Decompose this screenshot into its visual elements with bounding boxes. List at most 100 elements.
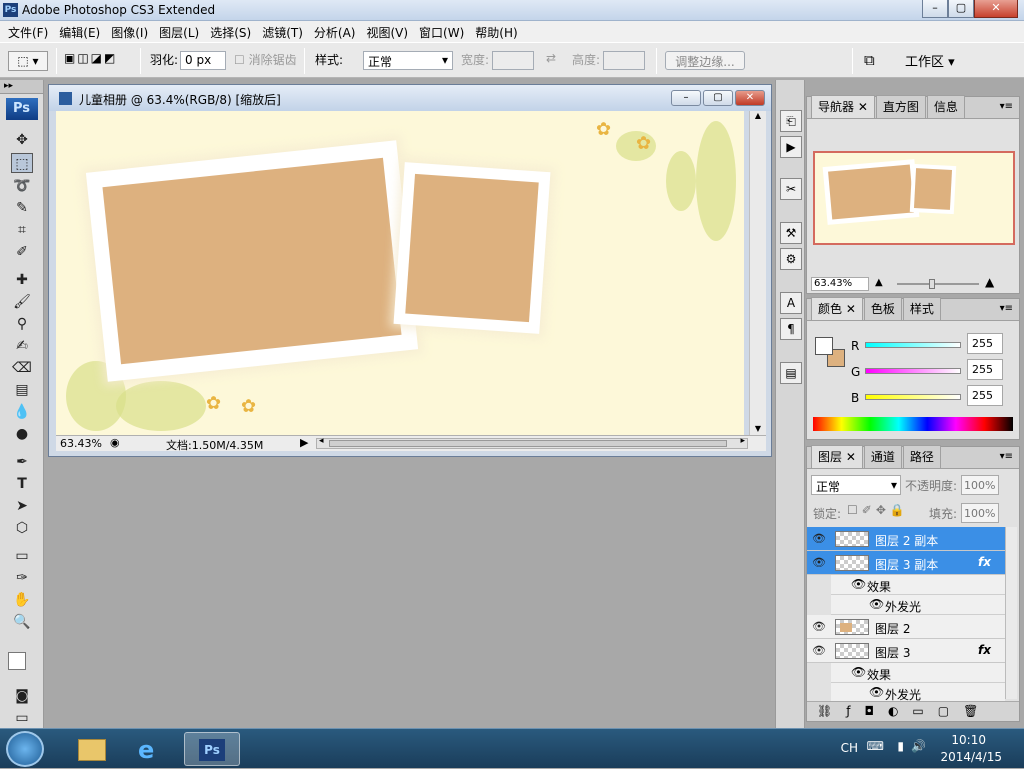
healing-brush-tool-icon[interactable]: ✚ (11, 270, 33, 290)
actions-panel-icon[interactable]: ▶ (780, 136, 802, 158)
menu-filter[interactable]: 滤镜(T) (258, 21, 307, 42)
magic-wand-tool-icon[interactable]: ✎ (11, 198, 33, 218)
fill-input[interactable]: 100% (961, 503, 999, 523)
slice-tool-icon[interactable]: ✐ (11, 242, 33, 262)
layer-row[interactable]: 👁 图层 2 (807, 615, 1005, 639)
clone-source-icon[interactable]: ⚙ (780, 248, 802, 270)
layer-effects-icon[interactable]: fx (978, 643, 991, 657)
paragraph-panel-icon[interactable]: ¶ (780, 318, 802, 340)
photoshop-taskbar-icon[interactable]: Ps (184, 732, 240, 766)
image-canvas[interactable]: ✿ ✿ ✿ ✿ (56, 111, 744, 435)
history-panel-icon[interactable]: ⎗ (780, 110, 802, 132)
minimize-button[interactable]: – (922, 0, 948, 18)
menu-window[interactable]: 窗口(W) (415, 21, 468, 42)
foreground-color-swatch[interactable] (8, 652, 26, 670)
antialias-checkbox[interactable]: ☐ 消除锯齿 (234, 51, 297, 68)
panel-menu-icon[interactable]: ▾≡ (1000, 451, 1013, 462)
shape-tool-icon[interactable]: ⬡ (11, 518, 33, 538)
language-indicator[interactable]: CH (841, 741, 858, 755)
notes-tool-icon[interactable]: ▭ (11, 546, 33, 566)
toolbox-grip[interactable]: ▸▸ (0, 80, 43, 94)
effects-eye-icon[interactable]: 👁 (851, 665, 866, 679)
layer-row[interactable]: 👁 图层 3 副本 fx (807, 551, 1005, 575)
tab-layers[interactable]: 图层 ✕ (811, 445, 863, 468)
character-panel-icon[interactable]: A (780, 292, 802, 314)
clock-time[interactable]: 10:10 (951, 733, 986, 747)
quick-mask-icon[interactable]: ◙ (11, 686, 33, 706)
navigator-preview[interactable] (813, 151, 1015, 245)
visibility-eye-icon[interactable]: 👁 (809, 553, 829, 573)
feather-input[interactable]: 0 px (180, 51, 226, 70)
explorer-taskbar-icon[interactable] (64, 732, 120, 766)
zoom-tool-icon[interactable]: 🔍 (11, 612, 33, 632)
red-value[interactable]: 255 (967, 333, 1003, 354)
path-selection-tool-icon[interactable]: ➤ (11, 496, 33, 516)
tab-paths[interactable]: 路径 (902, 445, 941, 468)
zoom-out-icon[interactable]: ▲ (875, 277, 883, 288)
visibility-eye-icon[interactable]: 👁 (809, 617, 829, 637)
history-brush-tool-icon[interactable]: ✍ (11, 336, 33, 356)
tool-presets-icon[interactable]: ✂ (780, 178, 802, 200)
brushes-panel-icon[interactable]: ⚒ (780, 222, 802, 244)
effects-eye-icon[interactable]: 👁 (851, 577, 866, 591)
foreground-swatch[interactable] (815, 337, 833, 355)
clone-stamp-tool-icon[interactable]: ⚲ (11, 314, 33, 334)
menu-image[interactable]: 图像(I) (107, 21, 152, 42)
layers-scrollbar[interactable] (1005, 527, 1017, 699)
marquee-tool-icon[interactable]: ⬚ (11, 153, 33, 173)
pen-tool-icon[interactable]: ✒ (11, 452, 33, 472)
crop-tool-icon[interactable]: ⌗ (11, 220, 33, 240)
hand-tool-icon[interactable]: ✋ (11, 590, 33, 610)
volume-icon[interactable]: 🔊 (911, 739, 926, 753)
color-spectrum-bar[interactable] (813, 417, 1013, 431)
tab-histogram[interactable]: 直方图 (875, 95, 926, 118)
document-maximize-button[interactable]: ▢ (703, 90, 733, 106)
layer-row[interactable]: 👁 图层 2 副本 (807, 527, 1005, 551)
style-select[interactable]: 正常 ▾ (363, 51, 453, 70)
lasso-tool-icon[interactable]: ➰ (11, 176, 33, 196)
tab-navigator[interactable]: 导航器 ✕ (811, 95, 875, 118)
outer-glow-row[interactable]: 👁 外发光 (831, 595, 1005, 615)
layer-effects-icon[interactable]: fx (978, 555, 991, 569)
eraser-tool-icon[interactable]: ⌫ (11, 358, 33, 378)
keyboard-icon[interactable]: ⌨ (867, 739, 884, 753)
blue-value[interactable]: 255 (967, 385, 1003, 406)
height-input[interactable] (603, 51, 645, 70)
tab-swatches[interactable]: 色板 (863, 297, 902, 320)
layer-comps-icon[interactable]: ▤ (780, 362, 802, 384)
menu-view[interactable]: 视图(V) (362, 21, 412, 42)
red-slider[interactable] (865, 342, 961, 348)
screen-mode-icon[interactable]: ▭ (11, 708, 33, 728)
document-close-button[interactable]: ✕ (735, 90, 765, 106)
document-minimize-button[interactable]: – (671, 90, 701, 106)
horizontal-scrollbar[interactable]: ◂ ▸ (316, 436, 748, 449)
ie-taskbar-icon[interactable]: e (124, 732, 180, 766)
visibility-eye-icon[interactable]: 👁 (809, 529, 829, 549)
swap-icon[interactable]: ⇄ (546, 51, 556, 65)
vertical-scrollbar[interactable]: ▲ ▼ (749, 111, 766, 435)
type-tool-icon[interactable]: T (11, 474, 33, 494)
menu-file[interactable]: 文件(F) (4, 21, 52, 42)
blur-tool-icon[interactable]: 💧 (11, 402, 33, 422)
effects-row[interactable]: 👁 效果 (831, 575, 1005, 595)
brush-tool-icon[interactable]: 🖌 (11, 292, 33, 312)
start-button[interactable] (6, 731, 44, 767)
panel-menu-icon[interactable]: ▾≡ (1000, 101, 1013, 112)
green-value[interactable]: 255 (967, 359, 1003, 380)
zoom-in-icon[interactable]: ▲ (985, 275, 994, 289)
opacity-input[interactable]: 100% (961, 475, 999, 495)
menu-edit[interactable]: 编辑(E) (55, 21, 104, 42)
refine-edge-button[interactable]: 调整边缘... (665, 51, 745, 70)
visibility-eye-icon[interactable]: 👁 (809, 641, 829, 661)
width-input[interactable] (492, 51, 534, 70)
navigator-zoom-field[interactable]: 63.43% (811, 277, 869, 291)
tab-info[interactable]: 信息 (926, 95, 965, 118)
clock-date[interactable]: 2014/4/15 (940, 750, 1002, 764)
outer-glow-row[interactable]: 👁 外发光 (831, 683, 1005, 703)
gradient-tool-icon[interactable]: ▤ (11, 380, 33, 400)
scroll-thumb[interactable] (329, 440, 727, 447)
zoom-slider[interactable] (897, 279, 979, 289)
close-button[interactable]: ✕ (974, 0, 1018, 18)
outer-glow-eye-icon[interactable]: 👁 (869, 597, 884, 611)
status-menu-arrow[interactable]: ▶ (300, 436, 308, 449)
